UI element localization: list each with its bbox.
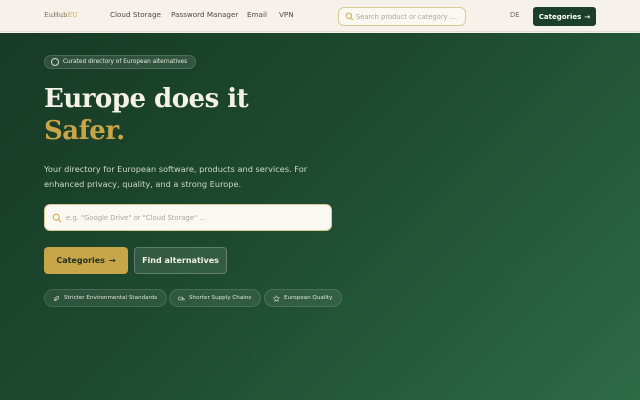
circle-icon <box>51 58 59 66</box>
categories-button-label: Categories <box>538 12 582 21</box>
chip-supply-chains: Shorter Supply Chains <box>169 289 262 307</box>
nav-link-cloud-storage[interactable]: Cloud Storage <box>110 10 161 19</box>
header-search-input[interactable] <box>356 10 462 23</box>
chip-label: European Quality <box>284 295 333 301</box>
search-icon <box>345 12 354 21</box>
logo-accent: EU <box>67 11 78 19</box>
star-icon <box>273 294 280 302</box>
arrow-right-icon: → <box>108 256 116 265</box>
chip-label: Stricter Environmental Standards <box>64 295 158 301</box>
categories-button[interactable]: Categories → <box>533 7 596 26</box>
chip-european-quality: European Quality <box>264 289 343 307</box>
truck-icon <box>178 296 185 300</box>
categories-primary-button[interactable]: Categories → <box>44 247 128 274</box>
find-alternatives-button[interactable]: Find alternatives <box>134 247 227 274</box>
language-switch[interactable]: DE <box>510 11 520 19</box>
header-search[interactable] <box>338 7 466 26</box>
chip-label: Shorter Supply Chains <box>189 295 252 301</box>
hero-headline: Europe does it <box>44 84 249 114</box>
search-icon <box>52 213 62 223</box>
badge-text: Curated directory of European alternativ… <box>63 59 188 65</box>
hero-headline-accent: Safer. <box>44 116 125 146</box>
top-navigation: EuHubEU Cloud Storage Password Manager E… <box>0 0 640 32</box>
directory-badge: Curated directory of European alternativ… <box>44 55 197 69</box>
nav-link-email[interactable]: Email <box>247 10 267 19</box>
hero-search-input[interactable] <box>66 210 328 226</box>
logo[interactable]: EuHubEU <box>44 11 78 19</box>
leaf-icon <box>54 295 59 301</box>
logo-text: EuHub <box>44 11 68 19</box>
primary-button-label: Categories <box>56 256 105 265</box>
hero-search[interactable] <box>44 204 332 231</box>
nav-link-vpn[interactable]: VPN <box>279 10 294 19</box>
arrow-right-icon: → <box>584 12 591 21</box>
secondary-button-label: Find alternatives <box>142 256 219 265</box>
hero-subtitle: Your directory for European software, pr… <box>44 164 308 189</box>
chip-environmental: Stricter Environmental Standards <box>44 289 168 307</box>
nav-link-password-manager[interactable]: Password Manager <box>171 10 238 19</box>
